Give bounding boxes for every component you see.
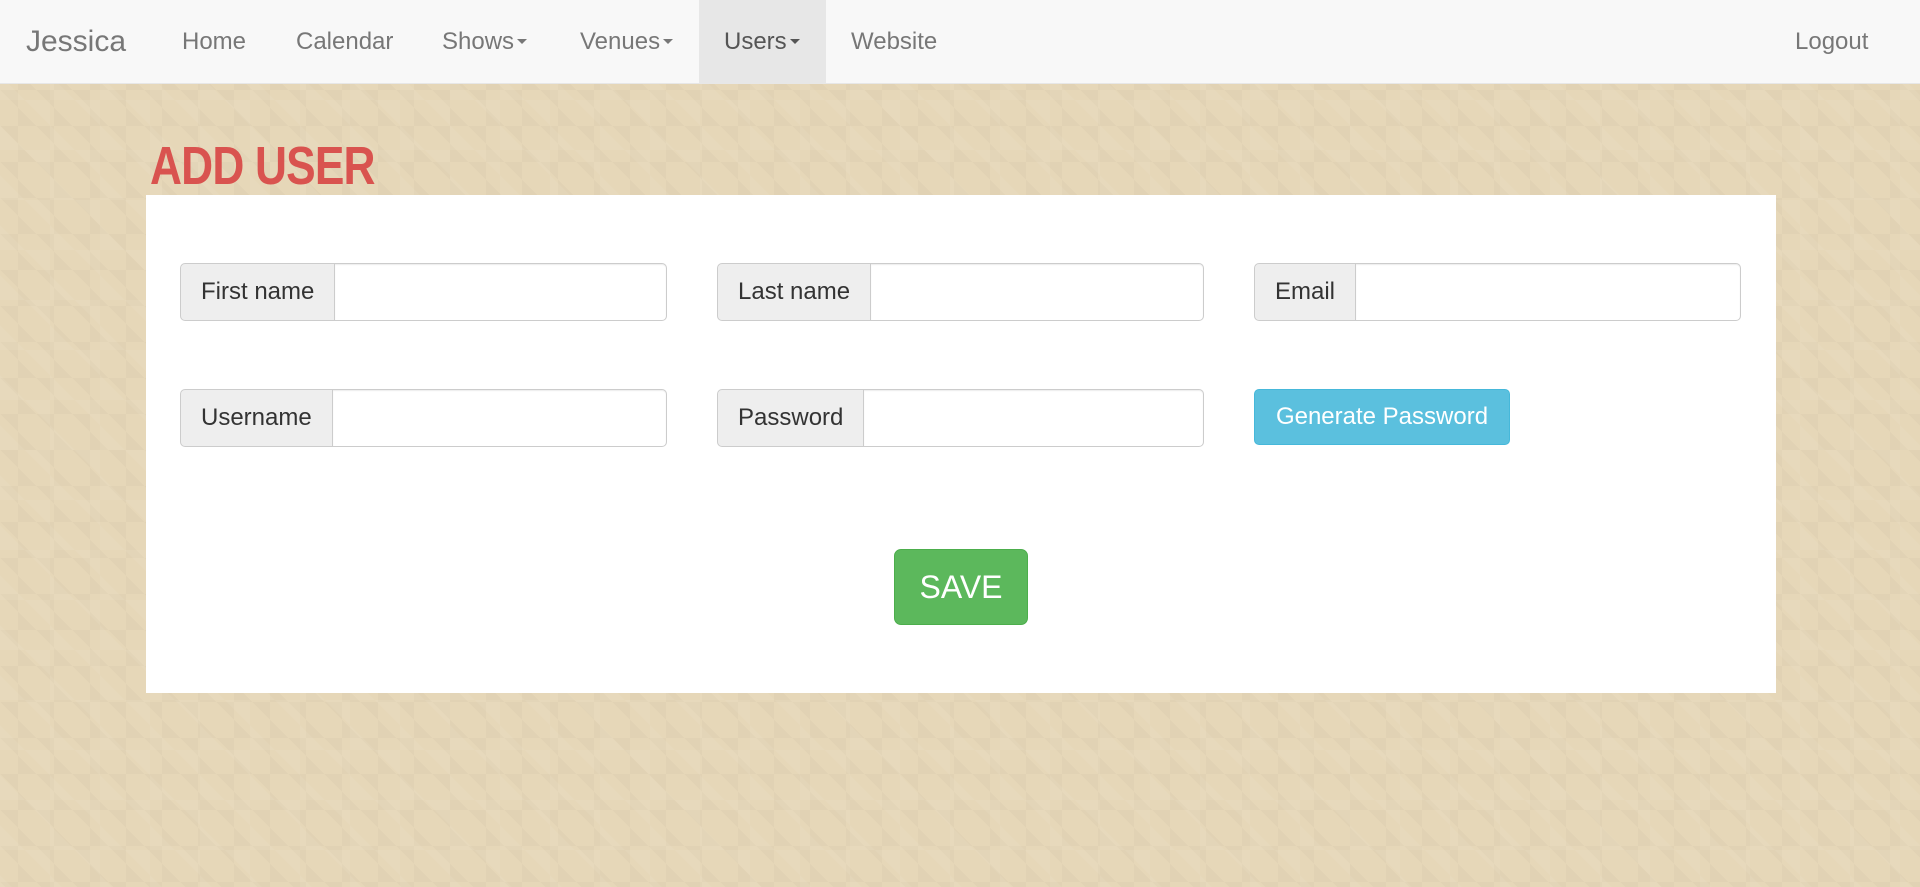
- page-title: Add User: [150, 136, 376, 196]
- password-input[interactable]: [864, 389, 1204, 447]
- logout-link[interactable]: Logout: [1770, 0, 1893, 84]
- last-name-input[interactable]: [871, 263, 1204, 321]
- generate-password-button[interactable]: Generate Password: [1254, 389, 1510, 445]
- nav-venues-label: Venues: [580, 28, 661, 55]
- top-navbar: Jessica Home Calendar Shows Venues Users…: [0, 0, 1920, 84]
- brand-link[interactable]: Jessica: [26, 0, 126, 84]
- nav-shows-dropdown[interactable]: Shows: [418, 0, 551, 84]
- password-label: Password: [717, 389, 865, 447]
- email-label: Email: [1254, 263, 1357, 321]
- nav-home-label: Home: [182, 28, 247, 55]
- first-name-input[interactable]: [335, 263, 667, 321]
- nav-website-label: Website: [851, 28, 938, 55]
- username-input[interactable]: [332, 389, 667, 447]
- nav-shows-label: Shows: [442, 28, 515, 55]
- last-name-label: Last name: [717, 263, 872, 321]
- username-group: Username: [180, 389, 667, 447]
- caret-down-icon: [663, 39, 674, 45]
- email-group: Email: [1254, 263, 1741, 321]
- logout-label: Logout: [1795, 28, 1869, 55]
- nav-calendar-label: Calendar: [296, 28, 394, 55]
- nav-users-label: Users: [724, 28, 787, 55]
- first-name-group: First name: [180, 263, 667, 321]
- save-button[interactable]: SAVE: [894, 549, 1028, 625]
- nav-website[interactable]: Website: [826, 0, 962, 84]
- add-user-form-panel: First name Last name Email Username Pass…: [146, 195, 1776, 693]
- first-name-label: First name: [180, 263, 336, 321]
- nav-venues-dropdown[interactable]: Venues: [556, 0, 697, 84]
- password-group: Password: [717, 389, 1204, 447]
- nav-calendar[interactable]: Calendar: [272, 0, 417, 84]
- nav-users-dropdown[interactable]: Users: [699, 0, 826, 84]
- caret-down-icon: [517, 39, 528, 45]
- email-input[interactable]: [1356, 263, 1741, 321]
- last-name-group: Last name: [717, 263, 1204, 321]
- caret-down-icon: [789, 39, 800, 45]
- nav-home[interactable]: Home: [157, 0, 271, 84]
- username-label: Username: [180, 389, 333, 447]
